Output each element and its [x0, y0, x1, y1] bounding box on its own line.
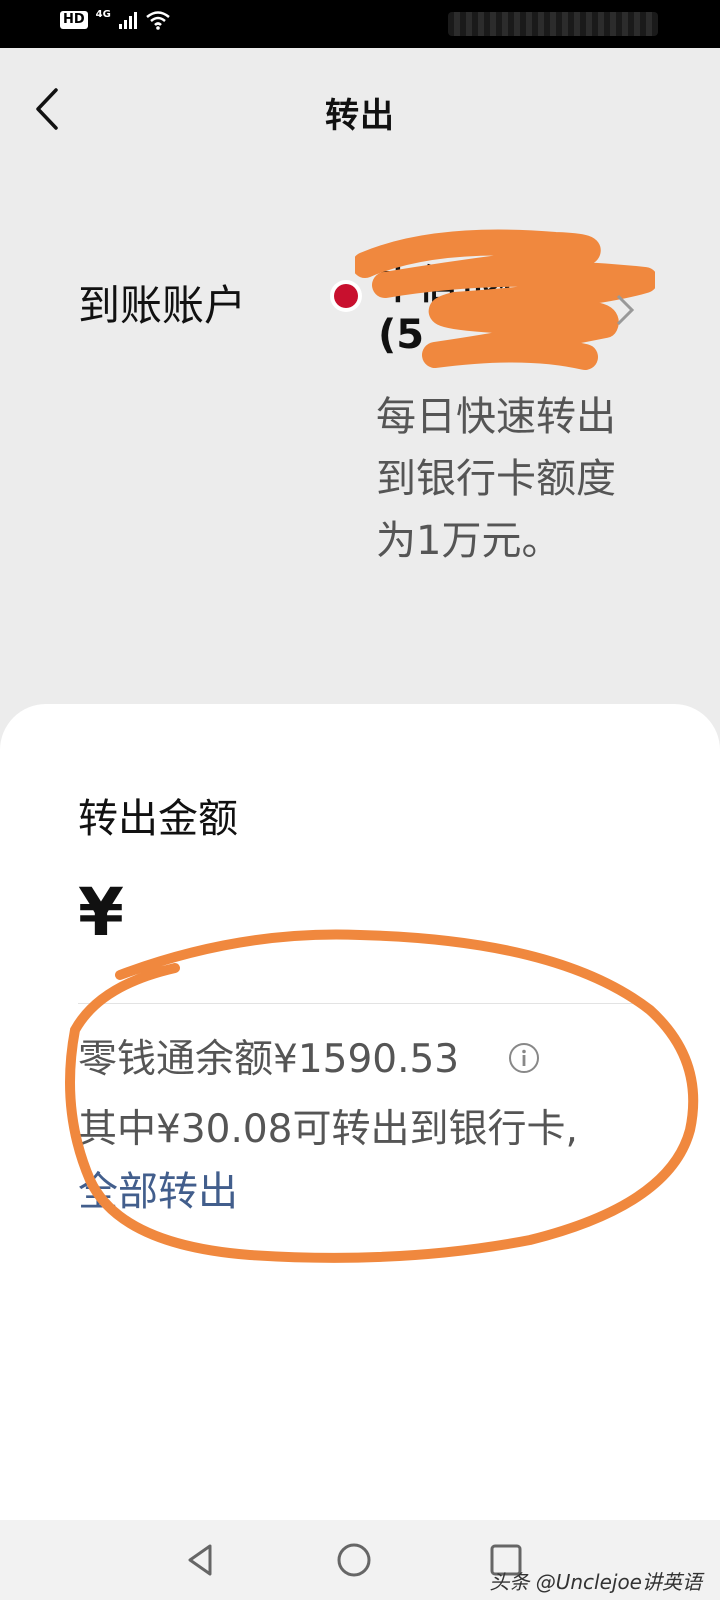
- triangle-back-icon[interactable]: [180, 1538, 224, 1582]
- signal-icon: [118, 11, 137, 29]
- currency-symbol: ¥: [78, 874, 124, 951]
- divider: [78, 1003, 638, 1004]
- network-type: 4G: [95, 8, 111, 20]
- status-bar: HD 4G: [0, 0, 720, 48]
- available-to-card-text: 其中¥30.08可转出到银行卡,: [78, 1107, 578, 1152]
- hd-badge: HD: [60, 11, 88, 29]
- receiving-account-label: 到账账户: [78, 281, 247, 330]
- circle-home-icon[interactable]: [332, 1538, 376, 1582]
- watermark: 头条 @Unclejoe讲英语: [489, 1570, 702, 1594]
- wifi-icon: [146, 11, 170, 30]
- transfer-amount-label: 转出金额: [78, 796, 238, 842]
- daily-limit-note: 每日快速转出到银行卡额度为1万元。: [376, 394, 616, 564]
- page-title: 转出: [325, 96, 395, 136]
- info-icon[interactable]: [508, 1042, 540, 1074]
- top-bar: 转出: [0, 48, 720, 168]
- status-icons: HD 4G: [60, 8, 171, 30]
- chevron-right-icon[interactable]: [610, 290, 640, 330]
- wallet-balance-text: 零钱通余额¥1590.53: [78, 1037, 460, 1082]
- withdraw-all-link[interactable]: 全部转出: [78, 1168, 238, 1216]
- amount-input[interactable]: ¥: [78, 878, 124, 948]
- status-right-blurred: [448, 12, 658, 36]
